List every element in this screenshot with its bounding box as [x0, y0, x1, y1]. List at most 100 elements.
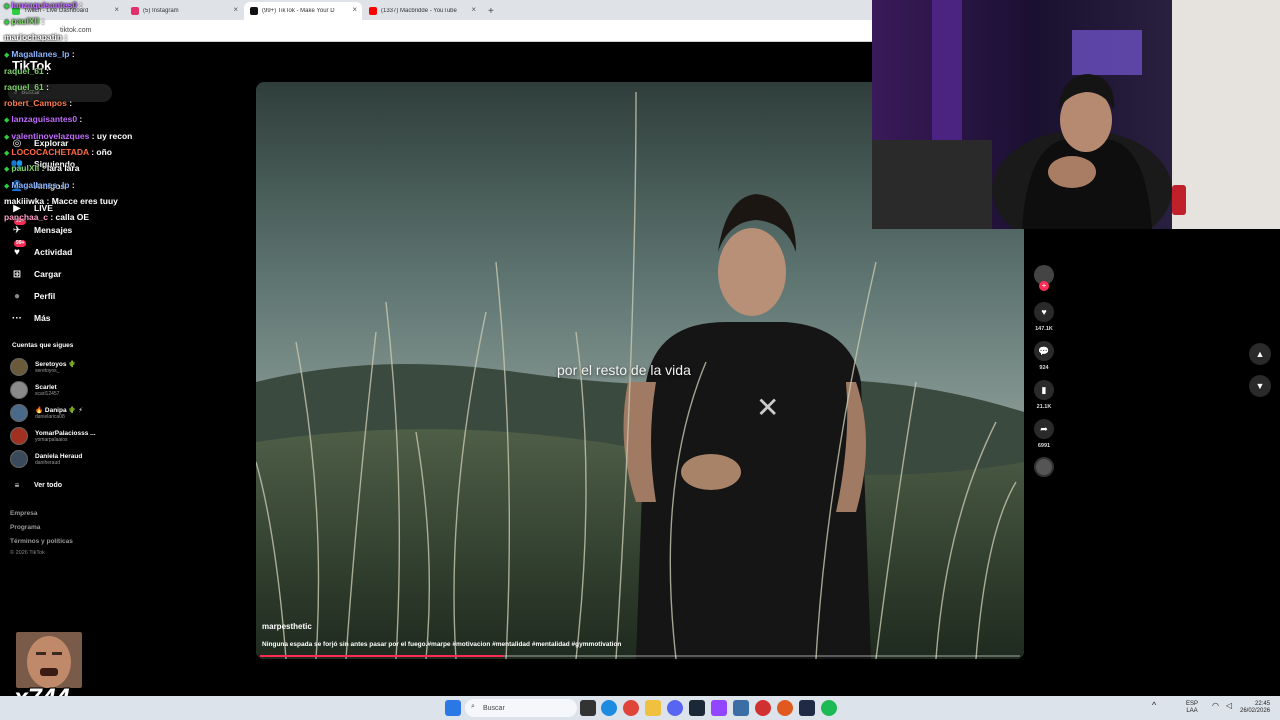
- followed-account[interactable]: YomarPalaciosss ... yomarpalaaios: [10, 427, 96, 445]
- footer-link-programa[interactable]: Programa: [10, 524, 40, 531]
- laughing-face-image: [16, 632, 82, 688]
- followed-account[interactable]: Seretoyos 🌵 seretoyos_: [10, 358, 76, 376]
- youtube-favicon-icon: [369, 7, 377, 15]
- music-disc-icon[interactable]: [1034, 457, 1054, 477]
- comment-count: 924: [1039, 365, 1049, 371]
- browser-tab-tiktok[interactable]: (99+) TikTok - Make Your D ×: [244, 2, 362, 20]
- nav-perfil[interactable]: ● Perfil: [10, 289, 55, 303]
- badge-icon: ◆: [4, 166, 10, 173]
- app-icon[interactable]: [799, 700, 815, 716]
- followed-account[interactable]: Scarlet scarl12457: [10, 381, 59, 399]
- nav-mas[interactable]: ··· Más: [10, 311, 51, 325]
- language-indicator[interactable]: ESP LAA: [1186, 701, 1198, 715]
- file-explorer-icon[interactable]: [645, 700, 661, 716]
- close-tab-icon[interactable]: ×: [471, 5, 476, 14]
- see-all-link[interactable]: ≡ Ver todo: [10, 478, 62, 492]
- account-handle: seretoyos_: [35, 368, 60, 374]
- tab-label: (1337) Macbridde - YouTube: [381, 8, 457, 14]
- share-count: 6991: [1037, 443, 1051, 449]
- app-icon[interactable]: [733, 700, 749, 716]
- video-progress-fill: [260, 655, 504, 657]
- volume-icon[interactable]: ◁: [1226, 702, 1232, 710]
- new-tab-button[interactable]: +: [488, 6, 494, 17]
- nav-cargar[interactable]: ⊞ Cargar: [10, 267, 62, 281]
- share-icon[interactable]: ➦: [1034, 419, 1054, 439]
- footer-link-empresa[interactable]: Empresa: [10, 510, 37, 517]
- search-icon: ⌕: [471, 703, 475, 710]
- close-tab-icon[interactable]: ×: [233, 5, 238, 14]
- creator-avatar[interactable]: +: [1034, 265, 1054, 291]
- account-handle: scarl12457: [35, 390, 60, 397]
- badge-icon: ◆: [4, 183, 10, 190]
- wifi-icon[interactable]: ◠: [1212, 702, 1219, 710]
- account-handle: daniheraud: [35, 459, 61, 466]
- chrome-icon[interactable]: [623, 700, 639, 716]
- nav-label: Actividad: [34, 247, 73, 257]
- obs-icon[interactable]: [711, 700, 727, 716]
- chat-username: LOCOCACHETADA: [11, 147, 89, 157]
- chat-message: panchaa_c : calla OE: [4, 212, 90, 222]
- chat-message: ◆ LOCOCACHETADA : oño: [4, 147, 112, 157]
- account-name: 🔥 Danipa 🌵 ⚡: [35, 407, 83, 414]
- chat-username: robert_Campos: [4, 98, 67, 108]
- account-handle: danielarica08: [35, 414, 65, 420]
- badge-icon: ◆: [4, 117, 10, 124]
- chat-username: makiiiwka: [4, 196, 45, 206]
- chat-text: uy recon: [96, 131, 133, 141]
- video-progress-bar[interactable]: [260, 655, 1020, 657]
- music-disc[interactable]: [1034, 457, 1054, 477]
- close-tab-icon[interactable]: ×: [352, 5, 357, 14]
- see-all-label: Ver todo: [34, 481, 63, 489]
- reaction-sticker: [16, 632, 82, 688]
- next-video-button[interactable]: ▼: [1249, 375, 1271, 397]
- taskbar-search[interactable]: ⌕ Buscar: [465, 699, 577, 717]
- footer-link-terminos[interactable]: Términos y políticas: [10, 538, 73, 545]
- followed-account[interactable]: Daniela Heraud daniheraud: [10, 450, 82, 468]
- clock-date: 26/02/2026: [1240, 708, 1271, 714]
- like-action[interactable]: ♥ 147.1K: [1034, 302, 1054, 332]
- discord-icon[interactable]: [667, 700, 683, 716]
- video-description: Ninguna espada se forjó sin antes pasar …: [262, 641, 622, 648]
- comment-action[interactable]: 💬 924: [1034, 341, 1054, 371]
- account-handle: yomarpalaaios: [35, 436, 68, 443]
- chat-message: ◆ Magallanes_lp :: [4, 49, 75, 59]
- previous-video-button[interactable]: ▲: [1249, 343, 1271, 365]
- list-icon: ≡: [14, 480, 20, 490]
- heart-icon[interactable]: ♥: [1034, 302, 1054, 322]
- video-author[interactable]: marpesthetic: [262, 622, 312, 631]
- bookmark-count: 21.1K: [1036, 404, 1052, 410]
- badge-icon: ◆: [4, 3, 10, 10]
- chevron-down-icon: ▼: [1255, 381, 1265, 391]
- browser-tab-youtube[interactable]: (1337) Macbridde - YouTube ×: [363, 2, 481, 20]
- chat-text: lara lara: [46, 163, 80, 173]
- account-name: Seretoyos 🌵: [35, 361, 77, 368]
- windows-start-icon[interactable]: [445, 700, 461, 716]
- comment-icon[interactable]: 💬: [1034, 341, 1054, 361]
- chat-message: ◆ lanzaguisantes0 :: [4, 114, 83, 124]
- app-icon[interactable]: [777, 700, 793, 716]
- share-action[interactable]: ➦ 6991: [1034, 419, 1054, 449]
- tray-chevron-icon[interactable]: ^: [1152, 701, 1156, 710]
- edge-icon[interactable]: [601, 700, 617, 716]
- chat-username: lanzaguisantes0: [11, 114, 78, 124]
- follow-plus-icon[interactable]: +: [1039, 281, 1049, 291]
- chat-text: Macce eres tuuy: [51, 196, 118, 206]
- task-view-icon[interactable]: [580, 700, 596, 716]
- app-icon[interactable]: [755, 700, 771, 716]
- clock[interactable]: 22:45 26/02/2026: [1240, 701, 1270, 715]
- bookmark-icon[interactable]: ▮: [1034, 380, 1054, 400]
- followed-account[interactable]: 🔥 Danipa 🌵 ⚡ danielarica08: [10, 404, 83, 422]
- chat-username: paulXII: [11, 163, 40, 173]
- chat-username: panchaa_c: [4, 212, 48, 222]
- steam-icon[interactable]: [689, 700, 705, 716]
- activity-badge: 99+: [14, 240, 27, 247]
- keyboard-layout: LAA: [1186, 708, 1198, 714]
- avatar: [10, 358, 28, 376]
- chat-text: oño: [96, 147, 112, 157]
- nav-actividad[interactable]: ♥ 99+ Actividad: [10, 240, 73, 259]
- chat-text: calla OE: [55, 212, 90, 222]
- bookmark-action[interactable]: ▮ 21.1K: [1034, 380, 1054, 410]
- spotify-icon[interactable]: [821, 700, 837, 716]
- chat-username: valentinovelazques: [11, 131, 90, 141]
- like-count: 147.1K: [1035, 326, 1053, 332]
